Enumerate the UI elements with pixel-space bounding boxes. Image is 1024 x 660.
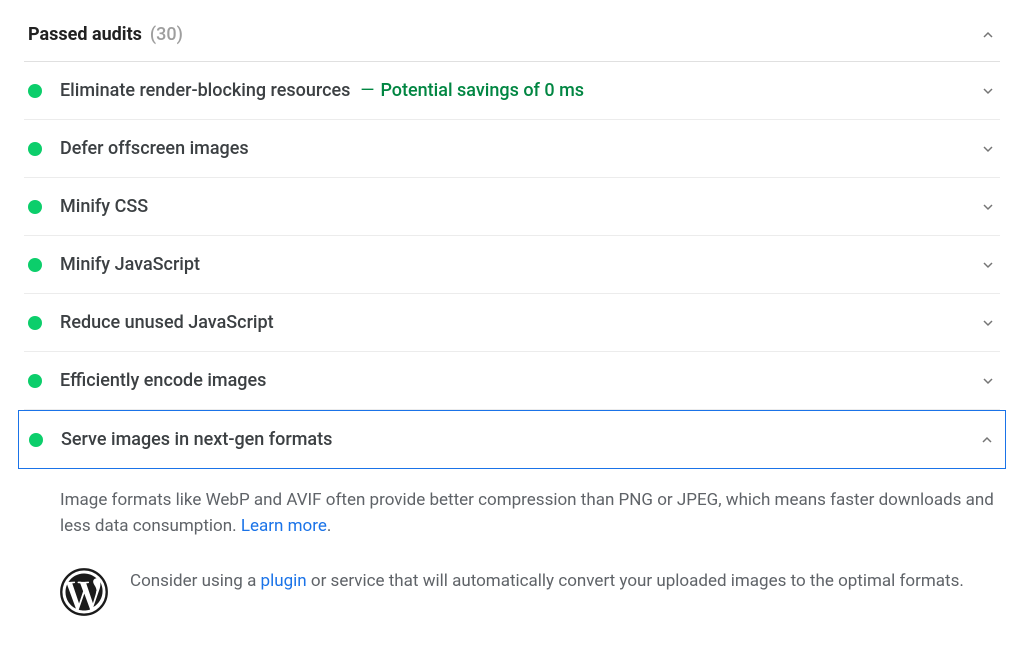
audit-row[interactable]: Serve images in next-gen formats — [18, 410, 1006, 469]
plugin-link[interactable]: plugin — [261, 571, 307, 591]
chevron-down-icon — [980, 141, 996, 157]
chevron-up-icon — [980, 27, 996, 43]
audit-title: Defer offscreen images — [60, 138, 249, 159]
stackpack-text: Consider using a plugin or service that … — [130, 568, 964, 594]
audit-row[interactable]: Minify CSS — [24, 178, 1000, 236]
audit-row[interactable]: Defer offscreen images — [24, 120, 1000, 178]
audit-title: Reduce unused JavaScript — [60, 312, 274, 333]
status-pass-icon — [28, 258, 42, 272]
audit-description: Image formats like WebP and AVIF often p… — [24, 469, 1000, 550]
status-pass-icon — [28, 142, 42, 156]
audit-savings: Potential savings of 0 ms — [380, 80, 584, 101]
learn-more-link[interactable]: Learn more — [241, 516, 327, 536]
section-title: Passed audits — [28, 24, 142, 45]
audit-title: Serve images in next-gen formats — [61, 429, 332, 450]
audit-row[interactable]: Minify JavaScript — [24, 236, 1000, 294]
audit-row[interactable]: Reduce unused JavaScript — [24, 294, 1000, 352]
audit-title: Minify CSS — [60, 196, 148, 217]
audit-row[interactable]: Efficiently encode images — [24, 352, 1000, 410]
wordpress-icon — [60, 568, 108, 616]
status-pass-icon — [28, 374, 42, 388]
status-pass-icon — [28, 84, 42, 98]
chevron-down-icon — [980, 257, 996, 273]
chevron-down-icon — [980, 83, 996, 99]
chevron-up-icon — [979, 432, 995, 448]
section-count: (30) — [150, 24, 183, 45]
audit-title: Efficiently encode images — [60, 370, 266, 391]
audit-description-text: Image formats like WebP and AVIF often p… — [60, 490, 994, 536]
savings-separator: — — [360, 80, 374, 101]
audit-description-suffix: . — [327, 516, 331, 536]
chevron-down-icon — [980, 373, 996, 389]
passed-audits-header[interactable]: Passed audits (30) — [24, 16, 1000, 62]
stackpack-suggestion: Consider using a plugin or service that … — [24, 550, 1000, 616]
status-pass-icon — [29, 433, 43, 447]
status-pass-icon — [28, 316, 42, 330]
audit-row[interactable]: Eliminate render-blocking resources — Po… — [24, 62, 1000, 120]
chevron-down-icon — [980, 315, 996, 331]
status-pass-icon — [28, 200, 42, 214]
audit-title: Eliminate render-blocking resources — [60, 80, 350, 101]
audit-title: Minify JavaScript — [60, 254, 200, 275]
chevron-down-icon — [980, 199, 996, 215]
